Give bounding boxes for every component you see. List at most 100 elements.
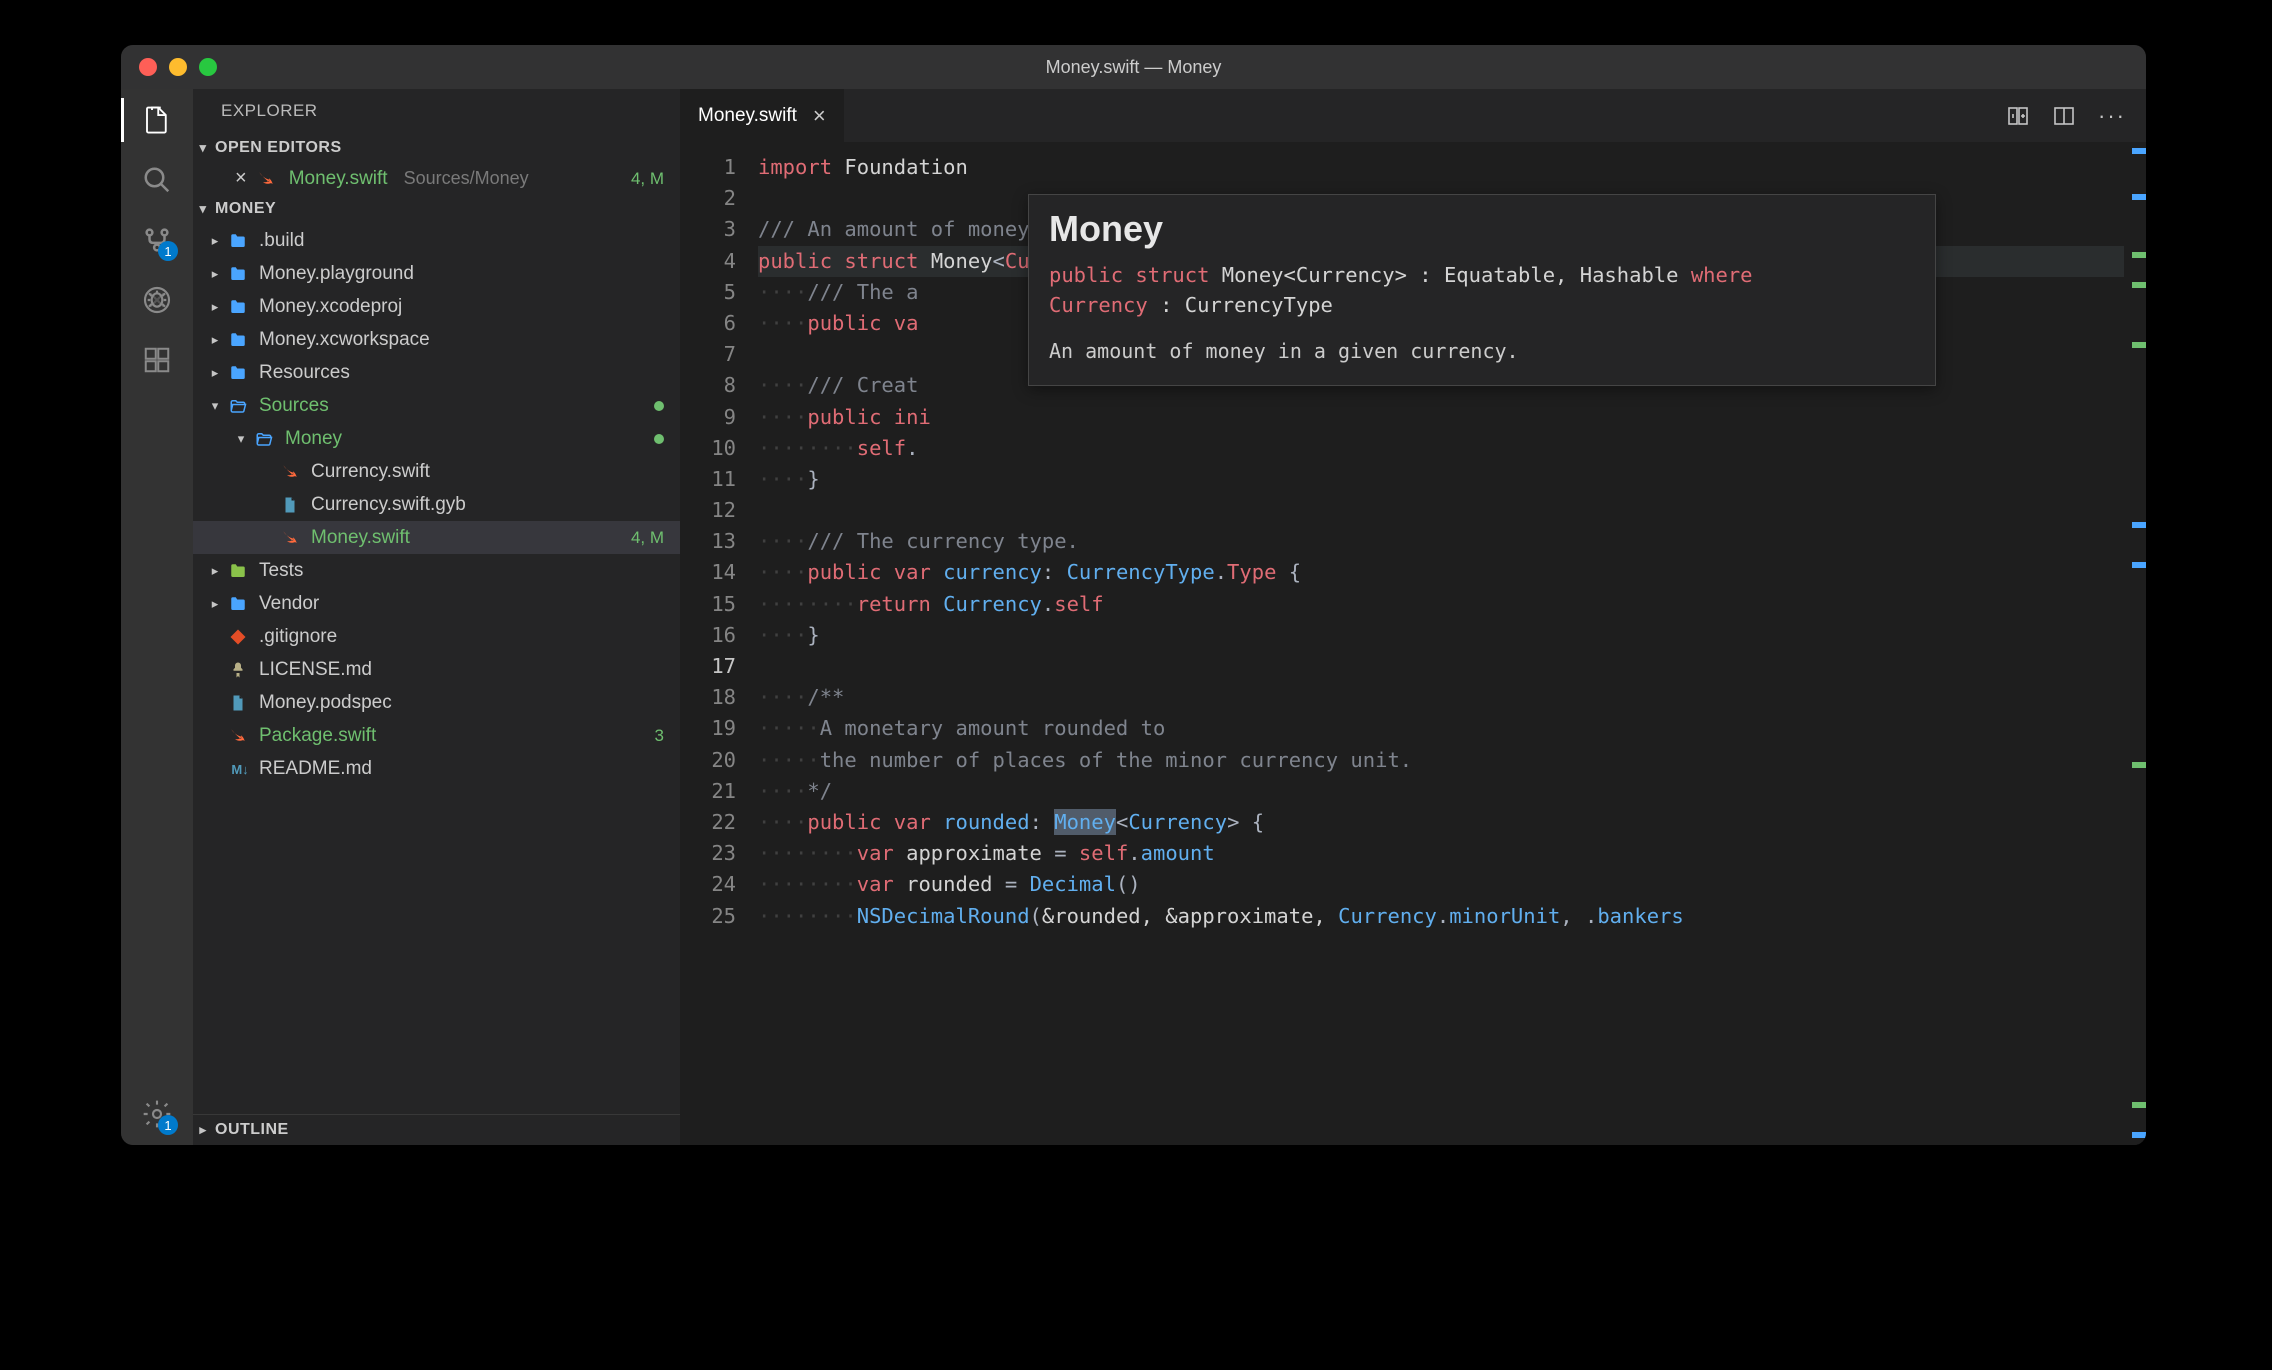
open-editors-section[interactable]: ▾ OPEN EDITORS — [193, 133, 680, 163]
chevron-right-icon: ▸ — [209, 596, 221, 612]
close-icon[interactable]: × — [235, 167, 247, 190]
md-icon: M↓ — [229, 758, 251, 780]
tab-bar: Money.swift × ··· — [680, 89, 2146, 142]
workspace-section[interactable]: ▾ MONEY — [193, 194, 680, 224]
open-editor-item[interactable]: × Money.swift Sources/Money 4, M — [193, 163, 680, 194]
traffic-lights — [139, 58, 217, 76]
search-activity[interactable] — [140, 163, 174, 197]
tree-item--build[interactable]: ▸ .build — [193, 224, 680, 257]
editor-area: Money.swift × ··· 1234567891011121314151… — [680, 89, 2146, 1145]
titlebar[interactable]: Money.swift — Money — [121, 45, 2146, 89]
tree-item-money-podspec[interactable]: Money.podspec — [193, 686, 680, 719]
tree-item-meta: 3 — [655, 726, 664, 746]
swift-icon — [229, 727, 251, 745]
settings-activity[interactable]: 1 — [140, 1097, 174, 1131]
open-editors-label: OPEN EDITORS — [215, 139, 342, 157]
tree-item-tests[interactable]: ▸Tests — [193, 554, 680, 587]
open-editor-changes: 4, M — [631, 169, 664, 189]
modified-dot-icon — [654, 434, 664, 444]
scm-badge: 1 — [158, 241, 178, 261]
tree-item-label: README.md — [259, 758, 372, 780]
tab-label: Money.swift — [698, 105, 797, 127]
chevron-down-icon: ▾ — [209, 398, 221, 414]
hover-title: Money — [1049, 213, 1915, 244]
code-editor[interactable]: 1234567891011121314151617181920212223242… — [680, 142, 2146, 1145]
tree-item-money-xcworkspace[interactable]: ▸ Money.xcworkspace — [193, 323, 680, 356]
chevron-right-icon: ▸ — [209, 332, 221, 348]
tree-item-label: Currency.swift.gyb — [311, 494, 466, 516]
outline-label: OUTLINE — [215, 1121, 289, 1139]
more-actions-icon[interactable]: ··· — [2098, 103, 2126, 129]
license-icon — [229, 661, 251, 679]
folder-icon — [229, 595, 251, 613]
debug-icon — [141, 284, 173, 316]
hover-tooltip: Money public struct Money<Currency> : Eq… — [1028, 194, 1936, 386]
minimap[interactable] — [2124, 142, 2146, 1145]
tab-money-swift[interactable]: Money.swift × — [680, 89, 844, 142]
hover-signature: public struct Money<Currency> : Equatabl… — [1049, 260, 1915, 320]
chevron-right-icon: ▸ — [209, 299, 221, 315]
tree-item-label: Vendor — [259, 593, 319, 615]
compare-changes-icon[interactable] — [2006, 104, 2030, 128]
outline-section[interactable]: ▸ OUTLINE — [193, 1114, 680, 1145]
extensions-activity[interactable] — [140, 343, 174, 377]
tree-item-label: Package.swift — [259, 725, 376, 747]
tree-item-money-xcodeproj[interactable]: ▸ Money.xcodeproj — [193, 290, 680, 323]
tree-item-currency-swift[interactable]: Currency.swift — [193, 455, 680, 488]
tree-item--gitignore[interactable]: .gitignore — [193, 620, 680, 653]
tree-item-label: Money.xcworkspace — [259, 329, 430, 351]
editor-actions: ··· — [2006, 89, 2146, 142]
file-icon — [229, 694, 251, 712]
folder-icon — [229, 298, 251, 316]
tree-item-label: Resources — [259, 362, 350, 384]
extensions-icon — [142, 345, 172, 375]
tree-item-package-swift[interactable]: Package.swift 3 — [193, 719, 680, 752]
folder-icon — [229, 331, 251, 349]
tree-item-money[interactable]: ▾Money — [193, 422, 680, 455]
chevron-right-icon: ▸ — [197, 1122, 209, 1138]
chevron-right-icon: ▸ — [209, 365, 221, 381]
settings-badge: 1 — [158, 1115, 178, 1135]
tree-item-label: Sources — [259, 395, 329, 417]
tree-item-label: .gitignore — [259, 626, 337, 648]
files-icon — [142, 105, 172, 135]
file-icon — [281, 496, 303, 514]
tree-item-vendor[interactable]: ▸ Vendor — [193, 587, 680, 620]
split-editor-icon[interactable] — [2052, 104, 2076, 128]
explorer-sidebar: EXPLORER ▾ OPEN EDITORS × Money.swift So… — [193, 89, 680, 1145]
minimize-window-button[interactable] — [169, 58, 187, 76]
tree-item-readme-md[interactable]: M↓ README.md — [193, 752, 680, 785]
tree-item-resources[interactable]: ▸ Resources — [193, 356, 680, 389]
open-editor-path: Sources/Money — [404, 168, 529, 189]
git-icon — [229, 628, 251, 646]
tree-item-sources[interactable]: ▾ Sources — [193, 389, 680, 422]
tree-item-label: Money.playground — [259, 263, 414, 285]
folder-open-icon — [229, 397, 251, 415]
chevron-down-icon: ▾ — [197, 140, 209, 156]
activity-bar: 1 1 — [121, 89, 193, 1145]
tree-item-label: Money.xcodeproj — [259, 296, 402, 318]
tree-item-currency-swift-gyb[interactable]: Currency.swift.gyb — [193, 488, 680, 521]
chevron-right-icon: ▸ — [209, 233, 221, 249]
tree-item-label: .build — [259, 230, 304, 252]
tree-item-license-md[interactable]: LICENSE.md — [193, 653, 680, 686]
modified-dot-icon — [654, 401, 664, 411]
swift-icon — [257, 170, 279, 188]
scm-activity[interactable]: 1 — [140, 223, 174, 257]
tree-item-label: Money.podspec — [259, 692, 392, 714]
hover-doc: An amount of money in a given currency. — [1049, 336, 1915, 367]
close-tab-icon[interactable]: × — [813, 103, 826, 129]
maximize-window-button[interactable] — [199, 58, 217, 76]
chevron-down-icon: ▾ — [197, 201, 209, 217]
folder-open-icon — [255, 430, 277, 448]
chevron-right-icon: ▸ — [209, 266, 221, 282]
close-window-button[interactable] — [139, 58, 157, 76]
tree-item-label: LICENSE.md — [259, 659, 372, 681]
debug-activity[interactable] — [140, 283, 174, 317]
explorer-activity[interactable] — [140, 103, 174, 137]
open-editor-filename: Money.swift — [289, 168, 388, 190]
tree-item-money-playground[interactable]: ▸ Money.playground — [193, 257, 680, 290]
tree-item-money-swift[interactable]: Money.swift4, M — [193, 521, 680, 554]
tree-item-label: Money — [285, 428, 342, 450]
file-tree: ▸ .build ▸ Money.playground ▸ Money.xcodeproj… — [193, 224, 680, 1114]
